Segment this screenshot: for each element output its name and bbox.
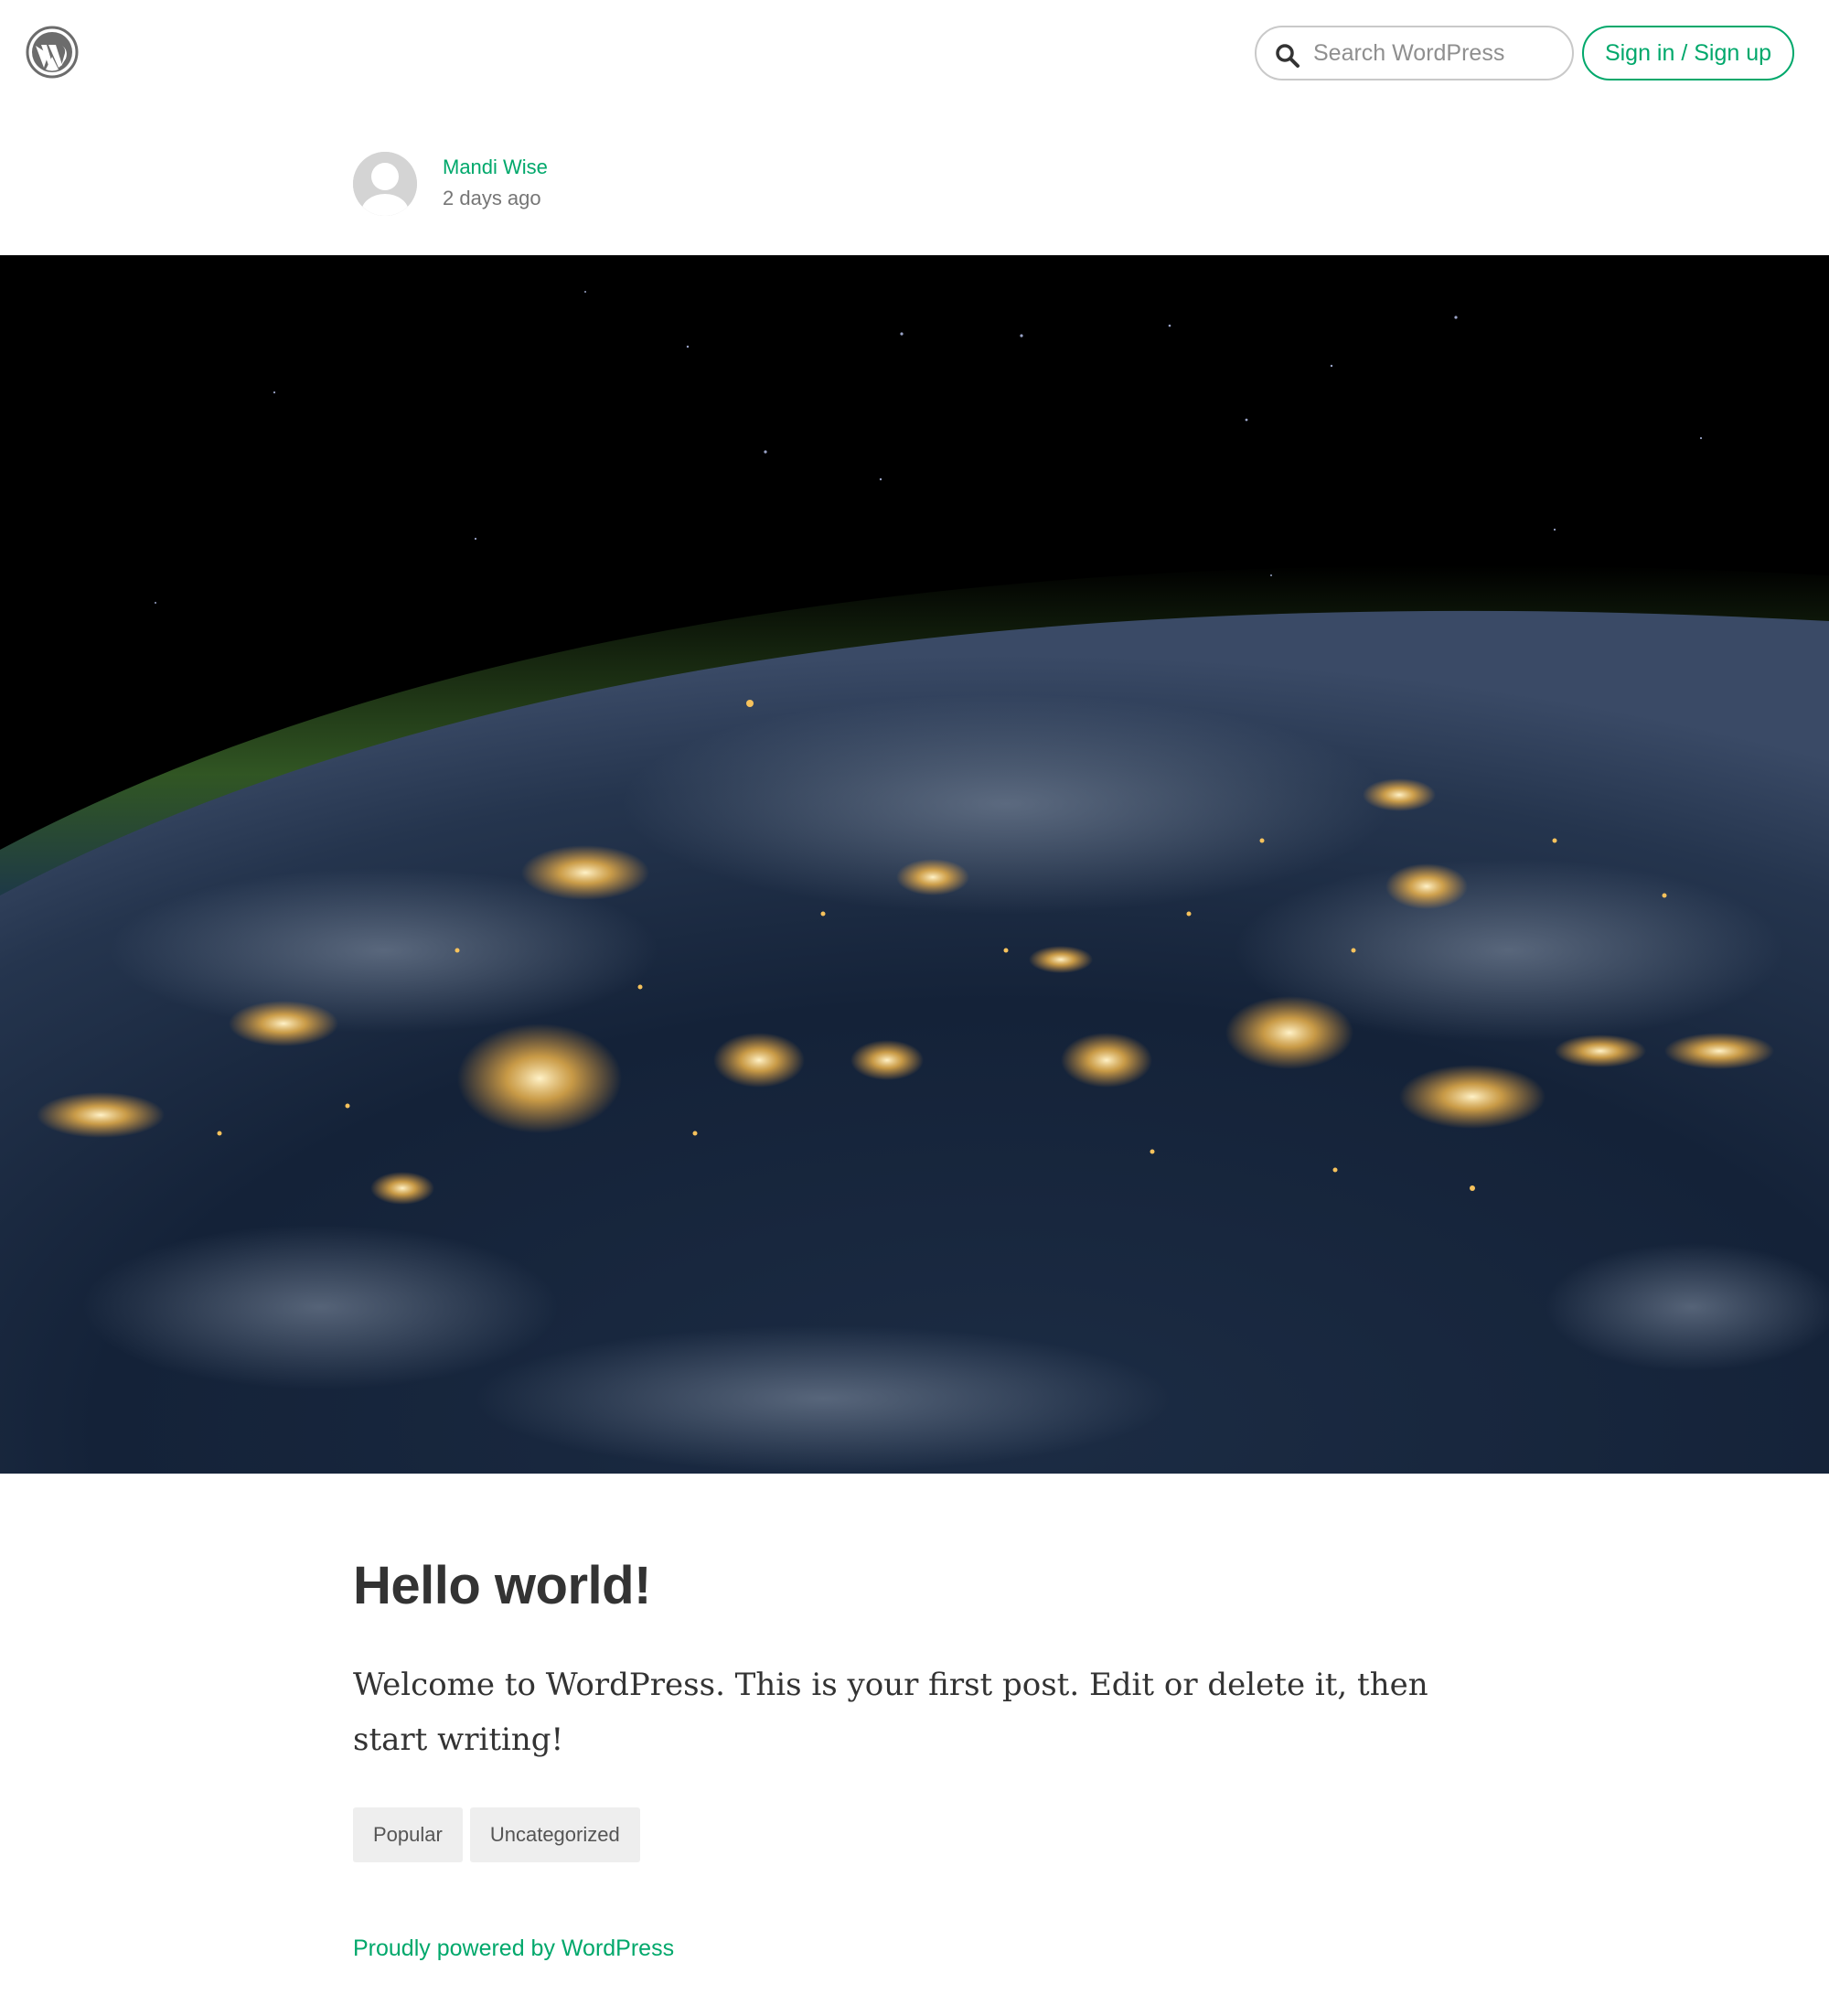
tag-uncategorized[interactable]: Uncategorized bbox=[469, 1807, 640, 1862]
wordpress-logo-icon[interactable] bbox=[26, 26, 79, 79]
post-date: 2 days ago bbox=[443, 187, 541, 209]
post-tags: Popular Uncategorized bbox=[353, 1807, 640, 1862]
post-body: Welcome to WordPress. This is your first… bbox=[353, 1667, 1428, 1758]
sign-in-button[interactable]: Sign in / Sign up bbox=[1582, 26, 1794, 80]
author-link[interactable]: Mandi Wise bbox=[443, 155, 548, 179]
search-icon bbox=[1275, 43, 1300, 69]
default-avatar-icon[interactable] bbox=[353, 152, 417, 216]
powered-by-link[interactable]: Proudly powered by WordPress bbox=[353, 1936, 674, 1962]
search-input[interactable] bbox=[1313, 27, 1560, 79]
site-header: Sign in / Sign up bbox=[0, 0, 1829, 108]
featured-image bbox=[0, 255, 1829, 1474]
search-box[interactable] bbox=[1255, 26, 1574, 80]
post-title: Hello world! bbox=[353, 1556, 651, 1615]
tag-popular[interactable]: Popular bbox=[353, 1807, 463, 1862]
page: Sign in / Sign up Mandi Wise 2 days ago bbox=[0, 0, 1829, 2016]
